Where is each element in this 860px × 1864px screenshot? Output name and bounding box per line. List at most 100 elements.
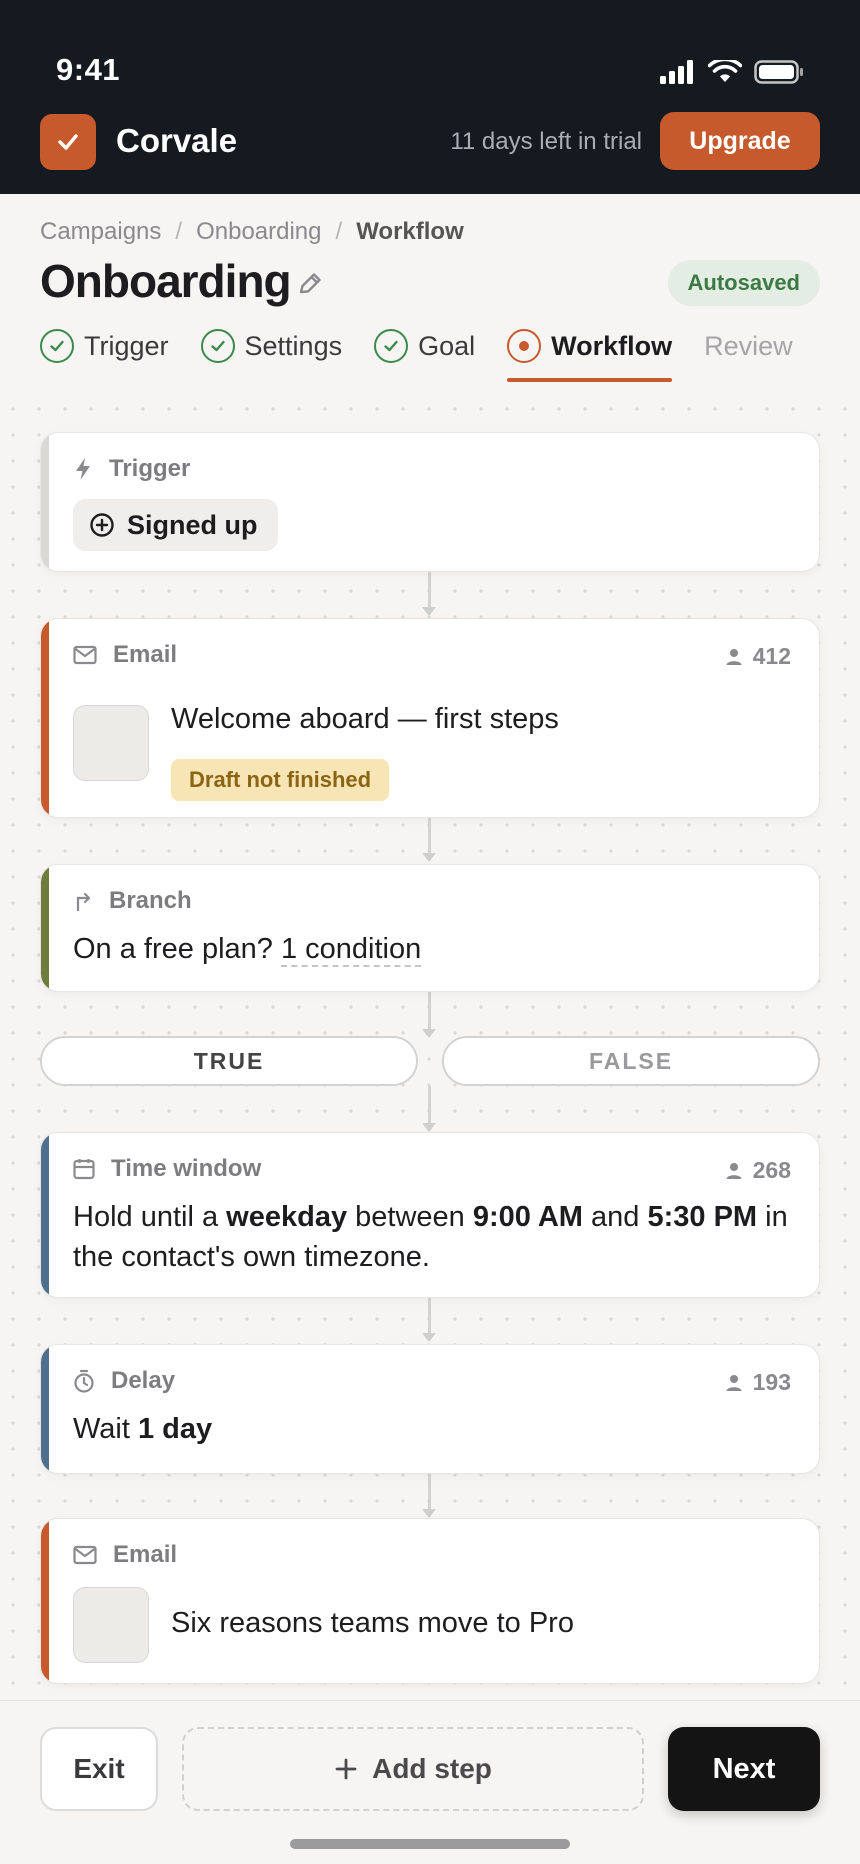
card-type-label: Email bbox=[113, 641, 178, 668]
envelope-icon bbox=[73, 645, 97, 665]
recipient-count-value: 412 bbox=[752, 643, 791, 669]
email-subject: Welcome aboard — first steps bbox=[171, 703, 559, 735]
active-step-icon bbox=[507, 329, 542, 363]
delay-step-card[interactable]: Delay 193 Wait 1 day bbox=[40, 1344, 820, 1474]
tab-trigger[interactable]: Trigger bbox=[40, 326, 169, 366]
envelope-icon bbox=[73, 1545, 97, 1565]
recipient-count: 268 bbox=[725, 1157, 791, 1184]
home-indicator bbox=[290, 1839, 570, 1849]
branch-description: On a free plan? 1 condition bbox=[73, 929, 791, 969]
card-header: Time window bbox=[73, 1155, 261, 1183]
workflow-canvas[interactable]: Trigger Signed up Email 412 Welcome aboa… bbox=[0, 396, 860, 1700]
card-type-label: Time window bbox=[111, 1155, 262, 1182]
card-accent-bar bbox=[41, 1133, 49, 1297]
tab-label: Settings bbox=[244, 330, 343, 361]
battery-icon bbox=[754, 60, 803, 84]
trial-status: 11 days left in trial bbox=[450, 128, 642, 155]
card-accent-bar bbox=[41, 1345, 49, 1473]
recipient-count: 412 bbox=[725, 643, 791, 670]
connector-line bbox=[422, 1296, 436, 1342]
breadcrumb-onboarding[interactable]: Onboarding bbox=[196, 218, 321, 246]
status-icons bbox=[660, 60, 804, 84]
text-segment: between bbox=[347, 1201, 473, 1233]
email-step-card[interactable]: Email 412 Welcome aboard — first steps D… bbox=[40, 618, 820, 818]
end-time-value: 5:30 PM bbox=[647, 1201, 758, 1233]
email-subject: Six reasons teams move to Pro bbox=[171, 1607, 574, 1639]
card-accent-bar bbox=[41, 433, 49, 571]
bottom-action-bar: Exit Add step Next bbox=[0, 1700, 860, 1864]
branch-step-card[interactable]: Branch On a free plan? 1 condition bbox=[40, 864, 820, 992]
breadcrumb-separator: / bbox=[335, 218, 343, 245]
card-header: Email bbox=[73, 641, 177, 669]
email-thumbnail bbox=[73, 705, 149, 781]
card-type-label: Email bbox=[113, 1541, 178, 1568]
delay-duration-value: 1 day bbox=[137, 1413, 213, 1445]
tab-review[interactable]: Review bbox=[704, 326, 793, 366]
check-circle-icon bbox=[374, 329, 409, 363]
trigger-card[interactable]: Trigger Signed up bbox=[40, 432, 820, 572]
lightning-bolt-icon bbox=[76, 458, 90, 480]
breadcrumb-separator: / bbox=[175, 218, 183, 245]
person-icon bbox=[726, 648, 742, 665]
tab-workflow[interactable]: Workflow bbox=[507, 326, 673, 382]
connector-line bbox=[422, 1472, 436, 1518]
connector-line bbox=[422, 816, 436, 862]
card-header: Email bbox=[73, 1541, 177, 1569]
recipient-count-value: 193 bbox=[752, 1369, 791, 1395]
next-button[interactable]: Next bbox=[668, 1727, 820, 1811]
add-step-button[interactable]: Add step bbox=[182, 1727, 644, 1811]
plus-circle-icon bbox=[90, 513, 114, 537]
connector-line bbox=[422, 1086, 436, 1132]
branch-condition-link[interactable]: 1 condition bbox=[280, 933, 422, 967]
delay-description: Wait 1 day bbox=[73, 1409, 791, 1449]
trigger-event-label: Signed up bbox=[127, 509, 258, 540]
weekday-value: weekday bbox=[226, 1201, 348, 1233]
card-accent-bar bbox=[41, 865, 49, 991]
card-type-label: Trigger bbox=[109, 455, 191, 482]
card-header: Branch bbox=[73, 887, 192, 915]
time-window-description: Hold until a weekday between 9:00 AM and… bbox=[73, 1197, 791, 1277]
email-step-card[interactable]: Email Six reasons teams move to Pro bbox=[40, 1518, 820, 1684]
app-header: 9:41 Corvale 11 days left in trial Upgra… bbox=[0, 0, 860, 194]
page-title: Onboarding bbox=[40, 255, 292, 307]
calendar-icon bbox=[73, 1159, 95, 1180]
recipient-count-value: 268 bbox=[752, 1157, 791, 1183]
wifi-icon bbox=[708, 60, 742, 82]
true-branch-tab[interactable]: TRUE bbox=[40, 1036, 418, 1086]
tab-label: Review bbox=[704, 330, 793, 361]
app-name: Corvale bbox=[116, 122, 238, 159]
breadcrumb-workflow: Workflow bbox=[356, 218, 464, 245]
card-header: Trigger bbox=[73, 455, 190, 483]
time-window-step-card[interactable]: Time window 268 Hold until a weekday bet… bbox=[40, 1132, 820, 1298]
autosaved-badge: Autosaved bbox=[667, 260, 820, 306]
trigger-event-pill[interactable]: Signed up bbox=[73, 499, 278, 551]
tab-settings[interactable]: Settings bbox=[200, 326, 343, 366]
person-icon bbox=[726, 1162, 742, 1179]
edit-pencil-icon[interactable] bbox=[296, 270, 324, 298]
plus-icon bbox=[335, 1758, 357, 1780]
stopwatch-icon bbox=[74, 1369, 94, 1393]
card-type-label: Delay bbox=[111, 1367, 176, 1394]
card-header: Delay bbox=[73, 1367, 175, 1395]
card-type-label: Branch bbox=[109, 887, 192, 914]
false-branch-tab[interactable]: FALSE bbox=[442, 1036, 820, 1086]
card-accent-bar bbox=[41, 619, 49, 817]
exit-button[interactable]: Exit bbox=[40, 1727, 158, 1811]
breadcrumb-campaigns[interactable]: Campaigns bbox=[40, 218, 161, 246]
upgrade-button[interactable]: Upgrade bbox=[660, 112, 820, 170]
tab-label: Trigger bbox=[84, 330, 169, 361]
check-circle-icon bbox=[40, 329, 74, 363]
add-step-label: Add step bbox=[372, 1753, 492, 1784]
email-thumbnail bbox=[73, 1587, 149, 1663]
tab-goal[interactable]: Goal bbox=[374, 326, 475, 366]
text-segment: Hold until a bbox=[73, 1201, 227, 1233]
branch-question: On a free plan? bbox=[73, 933, 273, 965]
text-segment: Wait bbox=[73, 1413, 138, 1445]
connector-line bbox=[422, 990, 436, 1038]
recipient-count: 193 bbox=[725, 1369, 791, 1396]
branch-arrow-icon bbox=[76, 892, 91, 911]
card-accent-bar bbox=[41, 1519, 49, 1683]
connector-line bbox=[422, 570, 436, 616]
status-time: 9:41 bbox=[56, 52, 121, 87]
draft-status-badge: Draft not finished bbox=[171, 759, 390, 801]
